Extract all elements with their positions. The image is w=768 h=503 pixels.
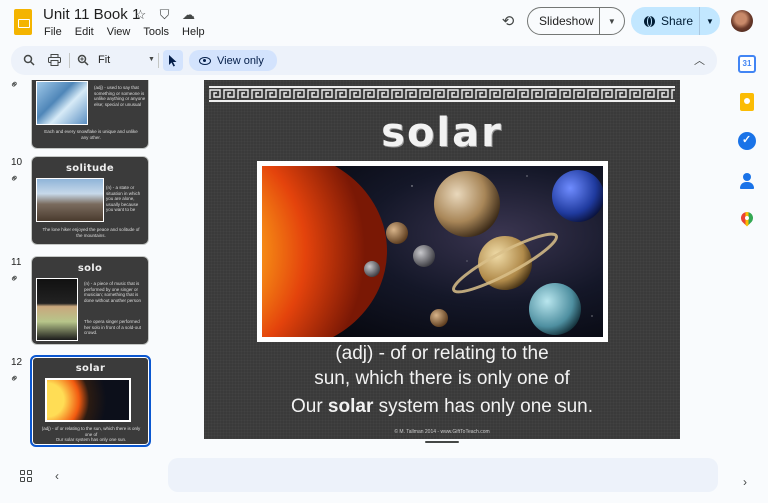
greek-key-border <box>209 86 675 102</box>
slide-thumbnail-12[interactable]: solar (adj) - of or relating to the sun,… <box>30 355 151 447</box>
collapse-filmstrip-chevron-left-icon[interactable]: ‹ <box>55 469 59 483</box>
thumb-definition: (adj) - used to say that something or so… <box>94 85 146 107</box>
contacts-icon[interactable] <box>738 172 756 190</box>
collapse-menus-chevron-up-icon[interactable]: ︿ <box>694 52 705 68</box>
view-only-mode-button[interactable]: View only <box>189 50 277 71</box>
print-icon[interactable] <box>46 52 62 68</box>
slide-thumbnail-11[interactable]: solo (n) - a piece of music that is perf… <box>31 256 149 345</box>
account-avatar[interactable] <box>731 10 753 32</box>
toolbar-divider <box>158 53 159 68</box>
menu-view[interactable]: View <box>107 26 131 38</box>
thumb-title: solar <box>75 363 106 374</box>
example-bold-word: solar <box>327 396 374 417</box>
share-options-chevron-down-icon[interactable]: ▼ <box>699 7 720 35</box>
slide-thumbnail-9[interactable]: (adj) - used to say that something or so… <box>31 80 149 149</box>
link-icon: ⚭ <box>7 271 23 287</box>
thumb-example: The lone hiker enjoyed the peace and sol… <box>42 227 140 238</box>
slideshow-options-chevron-down-icon[interactable]: ▼ <box>598 8 624 34</box>
menu-tools[interactable]: Tools <box>143 26 169 38</box>
slide-filmstrip: ⚭ (adj) - used to say that something or … <box>0 80 160 450</box>
thumb-definition: (adj) - of or relating to the sun, which… <box>41 426 141 437</box>
move-folder-icon[interactable]: ⛉ <box>157 7 172 22</box>
show-side-panel-chevron-right-icon[interactable]: › <box>743 475 747 489</box>
slide-number: 11 <box>11 257 22 268</box>
singer-image <box>36 278 78 341</box>
example-sentence: Our solar system has only one sun. <box>204 396 680 418</box>
link-icon: ⚭ <box>7 371 23 387</box>
slide-thumbnail-10[interactable]: solitude (n) - a state or situation in w… <box>31 156 149 245</box>
keep-icon[interactable] <box>740 93 754 111</box>
slides-logo-icon[interactable] <box>14 9 32 35</box>
eye-icon <box>199 56 211 65</box>
share-label: Share <box>661 14 694 28</box>
solar-system-image <box>45 378 131 422</box>
definition-line-1: (adj) - of or relating to the <box>335 343 549 364</box>
solar-system-image <box>257 161 608 342</box>
mountain-image <box>36 178 104 222</box>
globe-icon <box>644 15 655 27</box>
link-icon: ⚭ <box>7 80 23 93</box>
maps-icon[interactable] <box>738 212 756 230</box>
speaker-notes-panel[interactable] <box>168 458 718 492</box>
thumb-definition: (n) - a piece of music that is performed… <box>84 281 142 303</box>
share-button[interactable]: Share <box>631 14 699 28</box>
menu-file[interactable]: File <box>44 26 62 38</box>
slide-resize-handle[interactable] <box>425 441 459 443</box>
zoom-select[interactable]: Fit <box>98 54 110 66</box>
menu-edit[interactable]: Edit <box>75 26 94 38</box>
example-before: Our <box>290 396 328 417</box>
grid-view-icon[interactable] <box>20 470 32 482</box>
thumb-definition: (n) - a state or situation in which you … <box>106 185 141 212</box>
menu-bar: File Edit View Tools Help <box>44 26 205 38</box>
snowflake-image <box>36 81 88 125</box>
view-only-label: View only <box>217 54 264 67</box>
thumb-example: Our solar system has only one sun. <box>55 437 127 442</box>
title-actions: ☆ ⛉ ☁ <box>133 7 196 22</box>
link-icon: ⚭ <box>7 171 23 187</box>
calendar-icon[interactable]: 31 <box>738 55 756 73</box>
thumb-title: solitude <box>66 163 114 174</box>
slide-number: 10 <box>11 157 23 168</box>
document-title[interactable]: Unit 11 Book 1 <box>43 6 140 23</box>
slideshow-button[interactable]: Slideshow <box>528 14 599 28</box>
solar-system-illustration <box>262 166 603 337</box>
zoom-icon[interactable] <box>75 52 91 68</box>
select-cursor-icon[interactable] <box>163 50 183 71</box>
example-after: system has only one sun. <box>373 396 594 417</box>
copyright-credit: © M. Tallman 2014 - www.GiftToTeach.com <box>394 429 490 435</box>
tasks-icon[interactable] <box>738 132 756 150</box>
zoom-chevron-down-icon[interactable]: ▼ <box>148 56 155 63</box>
slide-number: 12 <box>11 357 23 368</box>
thumb-title: solo <box>77 263 103 274</box>
app-header: Unit 11 Book 1 ☆ ⛉ ☁ File Edit View Tool… <box>0 0 768 44</box>
slideshow-button-group: Slideshow ▼ <box>527 7 625 35</box>
menu-help[interactable]: Help <box>182 26 205 38</box>
thumb-example: The opera singer performed her solo in f… <box>84 319 142 335</box>
star-icon[interactable]: ☆ <box>133 7 148 22</box>
slide-title: solar <box>381 110 503 156</box>
search-menus-icon[interactable] <box>21 52 37 68</box>
toolbar-divider <box>69 53 70 68</box>
share-button-group: Share ▼ <box>631 7 720 35</box>
thumb-example: Each and every snowflake is unique and u… <box>44 129 138 140</box>
toolbar: Fit ▼ View only ︿ <box>11 46 717 75</box>
cloud-status-icon[interactable]: ☁ <box>181 7 196 22</box>
slide-canvas: solar (adj) - of or relating to the sun,… <box>204 80 680 439</box>
version-history-icon[interactable]: ⟲ <box>498 12 518 32</box>
definition-line-2: sun, which there is only one of <box>314 368 570 389</box>
